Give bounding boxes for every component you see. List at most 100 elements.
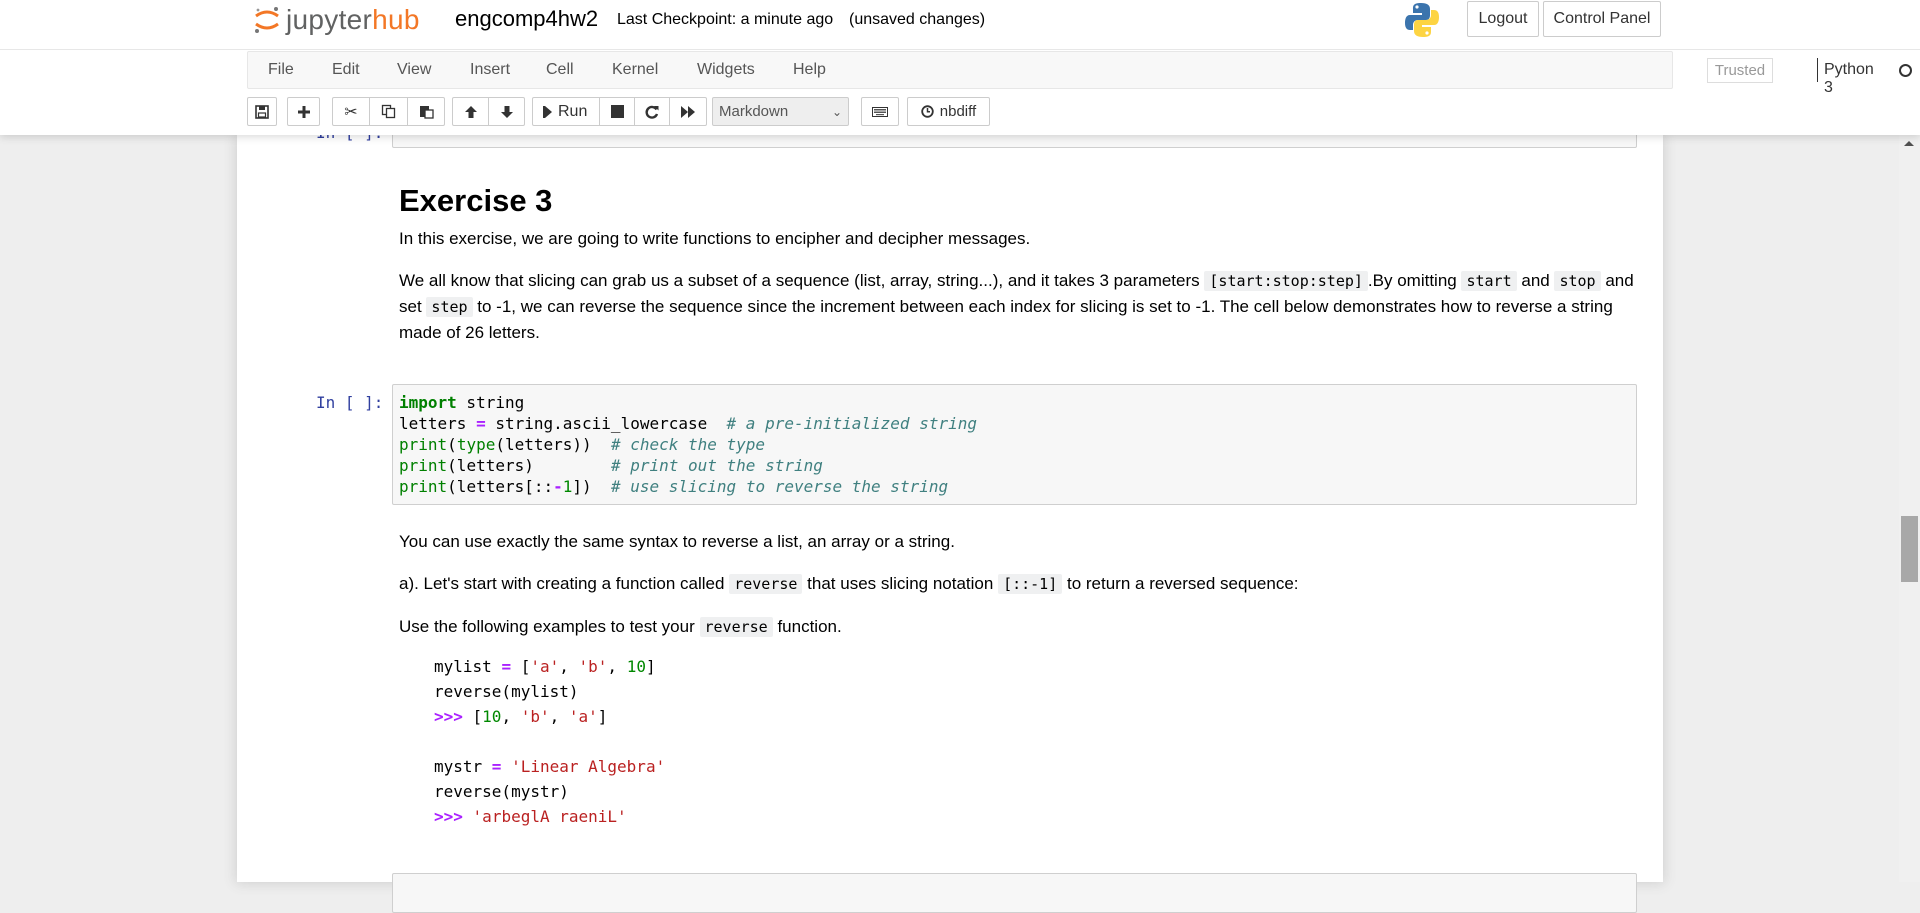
python-logo-icon <box>1405 3 1439 37</box>
text: Use the following examples to test your <box>399 617 695 636</box>
fast-forward-icon <box>680 105 695 118</box>
code-token: string <box>456 393 525 412</box>
code-line: mystr = 'Linear Algebra' <box>434 754 1639 779</box>
code-token: , <box>559 657 579 676</box>
nbdiff-button[interactable]: nbdiff <box>907 97 990 126</box>
cut-button[interactable]: ✂ <box>332 97 370 126</box>
code-line: reverse(mystr) <box>434 782 569 801</box>
floppy-icon <box>255 104 269 119</box>
code-line: reverse(mylist) <box>434 682 579 701</box>
code-token: 10 <box>482 707 502 726</box>
markdown-cell[interactable]: Exercise 3 In this exercise, we are goin… <box>399 185 1639 345</box>
code-line: >>> 'arbeglA raeniL' <box>434 804 1639 829</box>
inline-code: start <box>1461 271 1517 291</box>
cell-type-value: Markdown <box>719 103 789 120</box>
move-up-button[interactable] <box>452 97 489 126</box>
kernel-idle-indicator-icon <box>1899 64 1912 77</box>
menu-kernel[interactable]: Kernel <box>612 61 658 79</box>
restart-run-all-button[interactable] <box>669 97 707 126</box>
code-editor[interactable]: import string letters = string.ascii_lowe… <box>399 392 977 497</box>
code-token: , <box>501 707 521 726</box>
scroll-up-arrow-icon[interactable] <box>1904 141 1914 146</box>
code-token: = <box>476 414 486 433</box>
code-token: (letters[:: <box>447 477 554 496</box>
inline-code: [::-1] <box>998 574 1063 594</box>
menu-cell[interactable]: Cell <box>546 61 574 79</box>
menu-edit[interactable]: Edit <box>332 61 360 79</box>
plus-icon <box>297 105 310 118</box>
code-line: print(letters) # print out the string <box>399 455 977 476</box>
menu-view[interactable]: View <box>397 61 431 79</box>
slicing-paragraph: We all know that slicing can grab us a s… <box>399 268 1639 345</box>
code-token: ] <box>597 707 608 726</box>
logo-text-hub: hub <box>372 4 420 35</box>
copy-icon <box>381 104 396 119</box>
markdown-cell-2[interactable]: You can use exactly the same syntax to r… <box>399 529 1639 829</box>
arrow-up-icon <box>464 105 477 118</box>
copy-button[interactable] <box>369 97 408 126</box>
text: We all know that slicing can grab us a s… <box>399 271 1200 290</box>
scissors-icon: ✂ <box>344 103 358 121</box>
code-token: = <box>491 757 502 776</box>
inline-code: reverse <box>729 574 803 594</box>
menu-file[interactable]: File <box>268 61 294 79</box>
menu-widgets[interactable]: Widgets <box>697 61 755 79</box>
code-token: 1 <box>562 477 573 496</box>
chevron-down-icon: ⌄ <box>831 104 842 119</box>
run-button[interactable]: Run <box>532 97 600 126</box>
syntax-paragraph: You can use exactly the same syntax to r… <box>399 532 955 551</box>
logo-text: jupyterhub <box>286 4 420 36</box>
code-token: type <box>456 435 496 454</box>
logo-text-jupyter: jupyter <box>286 4 373 35</box>
clock-icon <box>921 105 934 118</box>
code-line-blank: ​ <box>434 729 1639 754</box>
code-token: [ <box>511 657 531 676</box>
scrollbar-thumb[interactable] <box>1901 516 1918 582</box>
example-code-block: mylist = [ 'a', 'b', 10] reverse(mylist) >>… <box>434 654 1639 829</box>
code-line: import string <box>399 392 977 413</box>
code-token: - <box>553 477 563 496</box>
code-token: print <box>399 435 448 454</box>
trusted-indicator[interactable]: Trusted <box>1707 58 1773 83</box>
menu-help[interactable]: Help <box>793 61 826 79</box>
code-token: 'b' <box>520 707 550 726</box>
kernel-name[interactable]: Python 3 <box>1824 61 1874 97</box>
vertical-scrollbar[interactable] <box>1899 135 1920 882</box>
code-token: mylist <box>434 657 502 676</box>
code-token: print <box>399 456 448 475</box>
control-panel-button[interactable]: Control Panel <box>1543 1 1661 37</box>
code-token: # print out the string <box>610 456 823 475</box>
notebook-name[interactable]: engcomp4hw2 <box>455 6 598 32</box>
command-palette-button[interactable] <box>861 97 899 126</box>
stop-icon <box>610 105 624 118</box>
cell-type-select[interactable]: Markdown ⌄ <box>712 97 849 126</box>
text: to return a reversed sequence: <box>1066 574 1299 593</box>
insert-cell-button[interactable] <box>287 97 320 126</box>
restart-kernel-button[interactable] <box>634 97 670 126</box>
arrow-down-icon <box>500 105 513 118</box>
code-cell-input[interactable]: import string letters = string.ascii_lowe… <box>392 384 1637 505</box>
save-button[interactable] <box>247 97 277 126</box>
code-line: print(letters[::-1]) # use slicing to re… <box>399 476 977 497</box>
logout-button[interactable]: Logout <box>1467 1 1539 37</box>
jupyterhub-logo[interactable]: jupyterhub <box>252 2 420 38</box>
paste-button[interactable] <box>407 97 445 126</box>
code-line: >>> [10, 'b', 'a'] <box>434 704 1639 729</box>
autosave-status: (unsaved changes) <box>849 11 986 28</box>
menu-insert[interactable]: Insert <box>470 61 510 79</box>
code-token: , <box>549 707 569 726</box>
move-down-button[interactable] <box>488 97 525 126</box>
next-cell-input[interactable] <box>392 873 1637 913</box>
code-token: >>> <box>434 807 463 826</box>
code-token: string.ascii_lowercase <box>485 414 727 433</box>
run-label: Run <box>558 102 588 120</box>
header: jupyterhub engcomp4hw2 Last Checkpoint: … <box>0 0 1920 135</box>
code-token: 10 <box>626 657 646 676</box>
code-token: 'a' <box>568 707 598 726</box>
text: that uses slicing notation <box>807 574 994 593</box>
text: and <box>1521 271 1550 290</box>
header-top-bar: jupyterhub engcomp4hw2 Last Checkpoint: … <box>0 0 1920 50</box>
text: function. <box>777 617 842 636</box>
interrupt-kernel-button[interactable] <box>599 97 635 126</box>
